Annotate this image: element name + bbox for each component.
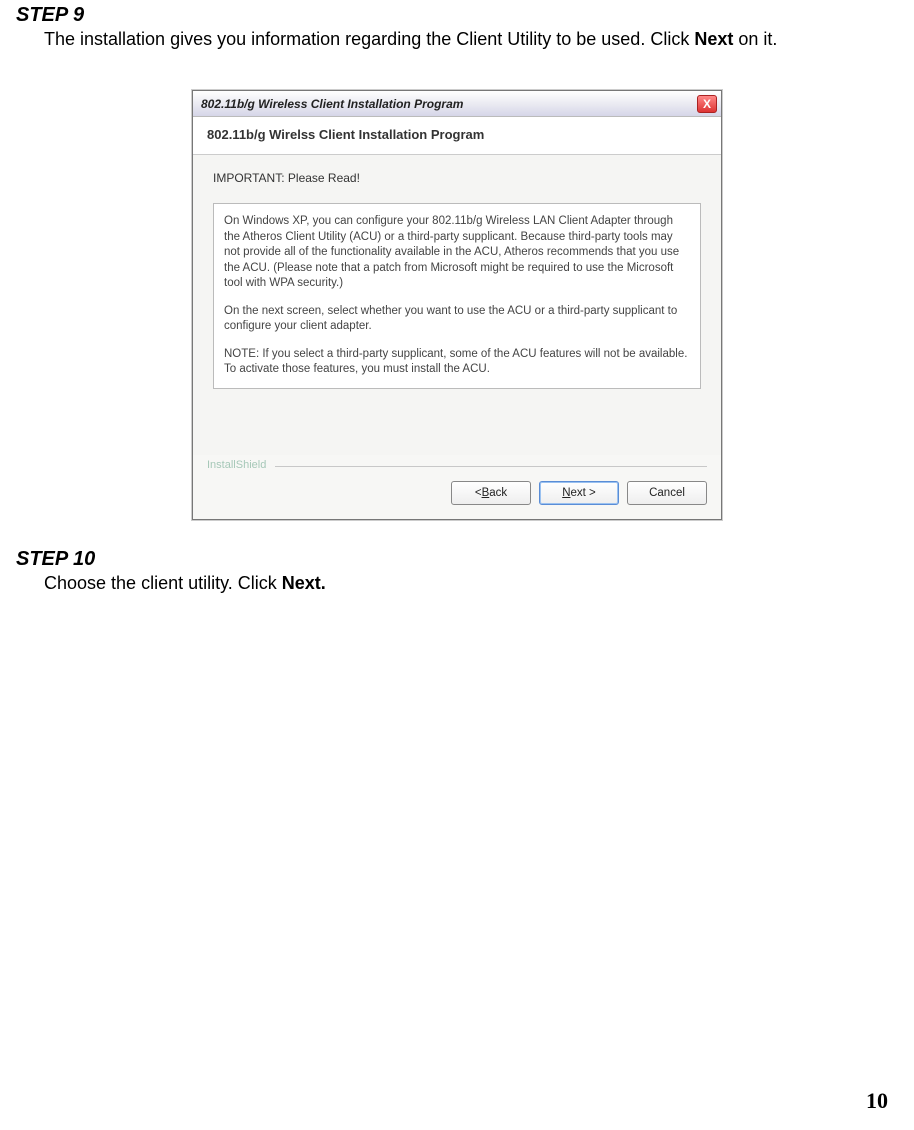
step9-body-post: on it.	[733, 29, 777, 49]
next-button-mnemonic: N	[562, 487, 570, 499]
step10-heading: STEP 10	[16, 548, 898, 571]
next-button-rest: ext >	[571, 487, 596, 499]
step10-body: Choose the client utility. Click Next.	[44, 573, 898, 594]
step9-body-bold: Next	[694, 29, 733, 49]
page-number: 10	[866, 1088, 888, 1114]
close-icon: X	[703, 98, 711, 110]
step9-heading: STEP 9	[16, 4, 898, 27]
step10-body-bold: Next.	[282, 573, 326, 593]
important-label: IMPORTANT: Please Read!	[213, 171, 701, 185]
close-button[interactable]: X	[697, 95, 717, 113]
back-button-mnemonic: B	[482, 487, 490, 499]
installer-window: 802.11b/g Wireless Client Installation P…	[192, 90, 722, 520]
back-button[interactable]: < Back	[451, 481, 531, 505]
cancel-button[interactable]: Cancel	[627, 481, 707, 505]
message-box: On Windows XP, you can configure your 80…	[213, 203, 701, 389]
message-paragraph-1: On Windows XP, you can configure your 80…	[224, 214, 690, 292]
step9-body: The installation gives you information r…	[44, 29, 898, 50]
message-paragraph-3: NOTE: If you select a third-party suppli…	[224, 347, 690, 378]
back-button-prefix: <	[475, 487, 482, 499]
next-button[interactable]: Next >	[539, 481, 619, 505]
installer-banner: 802.11b/g Wirelss Client Installation Pr…	[193, 117, 721, 155]
message-paragraph-2: On the next screen, select whether you w…	[224, 304, 690, 335]
cancel-button-label: Cancel	[649, 487, 685, 499]
button-row: < Back Next > Cancel	[193, 471, 721, 519]
installshield-label: InstallShield	[207, 459, 266, 471]
window-title: 802.11b/g Wireless Client Installation P…	[201, 97, 697, 111]
divider-line	[275, 466, 707, 467]
back-button-rest: ack	[489, 487, 507, 499]
step10-body-pre: Choose the client utility. Click	[44, 573, 282, 593]
installer-figure: 802.11b/g Wireless Client Installation P…	[16, 90, 898, 520]
window-titlebar: 802.11b/g Wireless Client Installation P…	[193, 91, 721, 117]
installer-content: IMPORTANT: Please Read! On Windows XP, y…	[193, 155, 721, 455]
installshield-row: InstallShield	[193, 455, 721, 471]
step9-body-pre: The installation gives you information r…	[44, 29, 694, 49]
